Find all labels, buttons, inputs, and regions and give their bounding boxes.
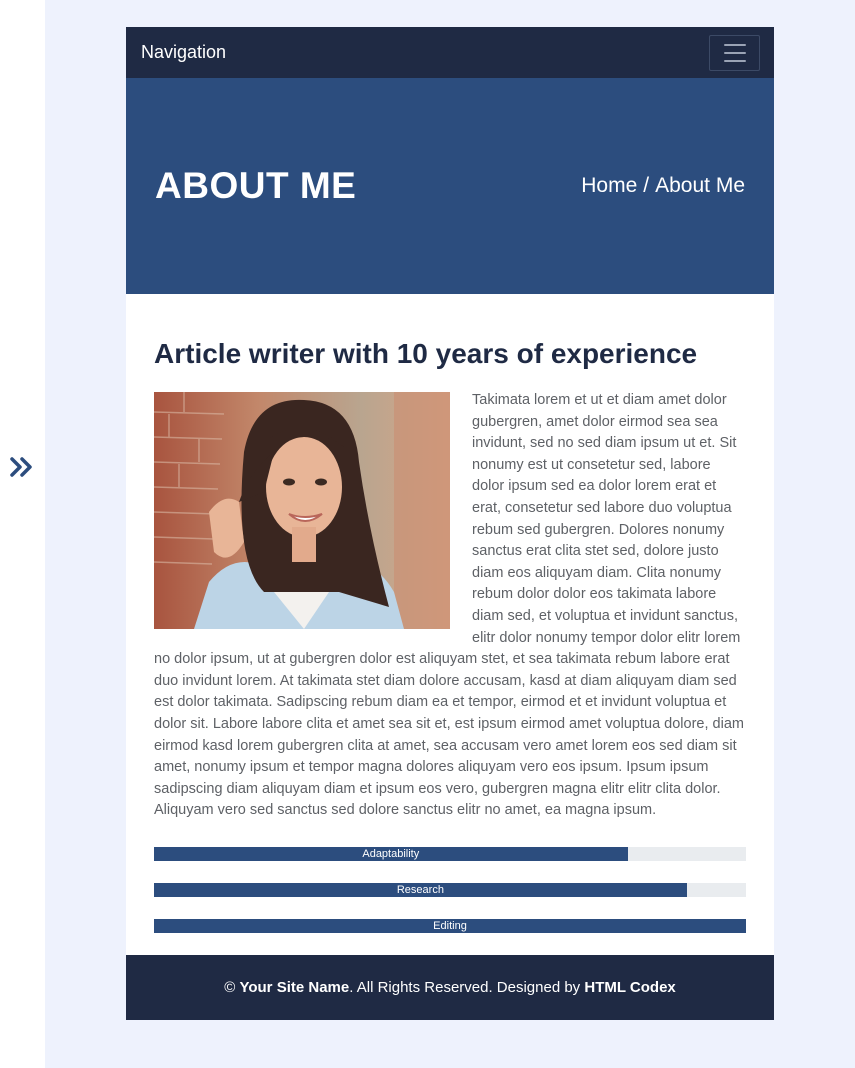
footer-designer-link[interactable]: HTML Codex [584, 979, 675, 996]
hero-banner: ABOUT ME Home / About Me [126, 78, 774, 294]
footer-copyright: © Your Site Name. All Rights Reserved. D… [224, 979, 676, 996]
skill-progress-adaptability: Adaptability [154, 846, 746, 861]
hamburger-icon [723, 43, 746, 46]
breadcrumb-current: About Me [655, 174, 745, 197]
skill-bar-fill: Editing [154, 918, 746, 933]
breadcrumb-home-link[interactable]: Home [581, 174, 637, 198]
navbar-toggler-button[interactable] [709, 34, 760, 71]
skill-progress-research: Research [154, 882, 746, 897]
footer-rights-text: . All Rights Reserved. Designed by [349, 978, 581, 996]
skills-list: Adaptability Research Editing [154, 846, 746, 933]
footer-site-name-link[interactable]: Your Site Name [239, 979, 349, 996]
portrait-photo [154, 392, 450, 629]
breadcrumb-separator: / [643, 174, 650, 197]
skill-bar-fill: Adaptability [154, 846, 628, 861]
about-content: Article writer with 10 years of experien… [126, 294, 774, 933]
article-heading: Article writer with 10 years of experien… [154, 338, 698, 369]
navbar-brand[interactable]: Navigation [141, 42, 226, 63]
breadcrumb: Home / About Me [581, 174, 745, 198]
copyright-symbol: © [224, 978, 236, 996]
skill-bar-fill: Research [154, 882, 687, 897]
footer: © Your Site Name. All Rights Reserved. D… [126, 954, 774, 1020]
page-container: Navigation ABOUT ME Home / About Me Arti… [126, 27, 774, 1020]
double-chevron-right-icon[interactable] [9, 455, 35, 479]
skill-progress-editing: Editing [154, 918, 746, 933]
navbar: Navigation [126, 27, 774, 78]
page-title: ABOUT ME [155, 165, 357, 206]
